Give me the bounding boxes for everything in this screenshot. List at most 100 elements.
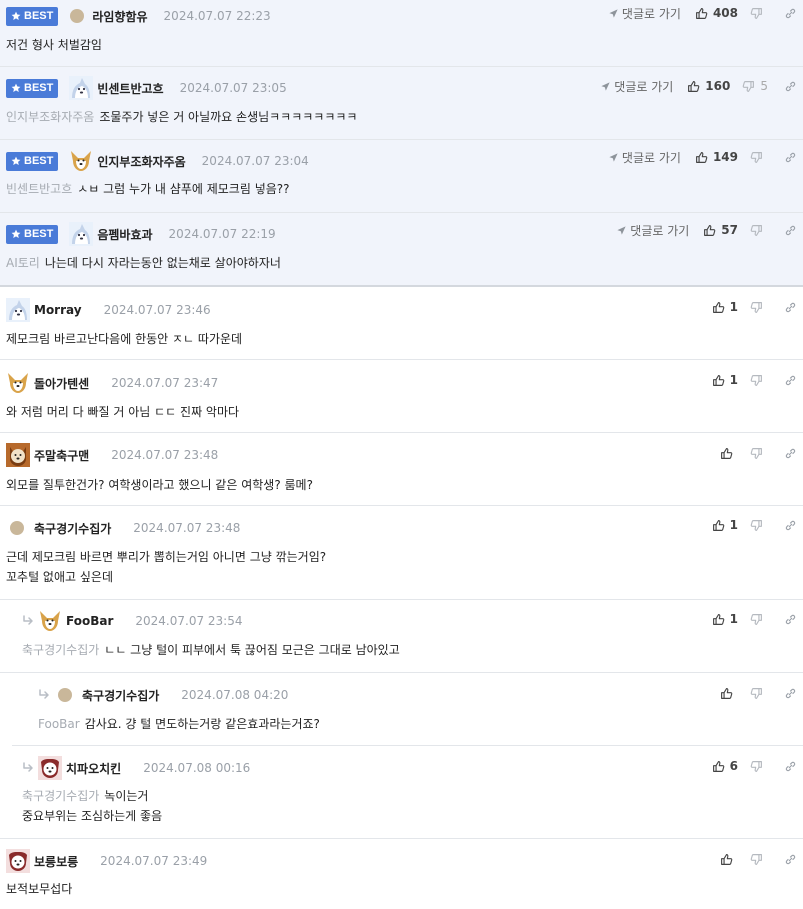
author-name[interactable]: 주말축구맨 — [34, 447, 89, 464]
go-to-reply-link[interactable]: 댓글로 가기 — [616, 222, 689, 239]
copy-link-button[interactable] — [784, 687, 797, 700]
author-name[interactable]: 보릉보릉 — [34, 853, 78, 870]
dog-white-icon — [69, 76, 93, 100]
dislike-button[interactable] — [750, 374, 768, 387]
reply-mention[interactable]: 인지부조화자주옴 — [6, 110, 94, 124]
author-name[interactable]: 빈센트반고흐 — [97, 80, 163, 97]
comment-date: 2024.07.07 23:54 — [135, 614, 243, 628]
dog-yellow-icon — [6, 371, 30, 395]
go-to-reply-link[interactable]: 댓글로 가기 — [608, 149, 681, 166]
thumbs-down-icon — [750, 519, 763, 532]
best-comment: BEST 음펨바효과 2024.07.07 22:19 댓글로 가기 57 AI… — [0, 213, 803, 287]
reply-arrow-icon — [22, 615, 36, 627]
thumbs-up-icon — [695, 151, 708, 164]
thumbs-down-icon — [750, 760, 763, 773]
best-badge: BEST — [6, 151, 59, 171]
copy-link-button[interactable] — [784, 447, 797, 460]
dislike-button[interactable] — [750, 301, 768, 314]
copy-link-button[interactable] — [784, 224, 797, 237]
like-button[interactable] — [720, 687, 738, 700]
best-badge: BEST — [6, 224, 59, 244]
thumbs-down-icon — [742, 80, 755, 93]
dislike-button[interactable] — [750, 519, 768, 532]
like-button[interactable]: 57 — [703, 223, 738, 237]
author-name[interactable]: 돌아가텐센 — [34, 375, 89, 392]
comment-date: 2024.07.07 23:48 — [111, 448, 219, 462]
reply-mention[interactable]: FooBar — [38, 717, 80, 731]
link-icon — [784, 853, 797, 866]
comment-text: FooBar 감사요. 걍 털 면도하는거랑 같은효과라는거죠? — [38, 717, 320, 731]
comment-list: BEST 라임향함유 2024.07.07 22:23 댓글로 가기 408 저… — [0, 0, 803, 909]
dislike-button[interactable] — [750, 447, 768, 460]
thumbs-down-icon — [750, 224, 763, 237]
go-to-reply-link[interactable]: 댓글로 가기 — [600, 78, 673, 95]
dislike-button[interactable] — [750, 613, 768, 626]
copy-link-button[interactable] — [784, 301, 797, 314]
like-button[interactable]: 1 — [712, 518, 738, 532]
thumbs-down-icon — [750, 853, 763, 866]
thumbs-down-icon — [750, 687, 763, 700]
author-name[interactable]: 치파오치킨 — [66, 760, 121, 777]
like-button[interactable] — [720, 853, 738, 866]
author-name[interactable]: 음펨바효과 — [97, 226, 152, 243]
go-to-reply-link[interactable]: 댓글로 가기 — [608, 5, 681, 22]
comment-date: 2024.07.07 23:48 — [133, 521, 241, 535]
star-icon — [11, 83, 21, 93]
best-comment: BEST 인지부조화자주옴 2024.07.07 23:04 댓글로 가기 14… — [0, 140, 803, 213]
copy-link-button[interactable] — [784, 80, 797, 93]
copy-link-button[interactable] — [784, 151, 797, 164]
like-button[interactable] — [720, 447, 738, 460]
copy-link-button[interactable] — [784, 519, 797, 532]
dislike-button[interactable]: 5 — [742, 79, 768, 93]
plane-icon — [608, 152, 619, 163]
copy-link-button[interactable] — [784, 613, 797, 626]
like-button[interactable]: 1 — [712, 300, 738, 314]
copy-link-button[interactable] — [784, 853, 797, 866]
comment-text: 축구경기수집가 ㄴㄴ 그냥 털이 피부에서 툭 끊어짐 모근은 그대로 남아있고 — [22, 643, 400, 657]
dislike-button[interactable] — [750, 151, 768, 164]
plane-icon — [616, 225, 627, 236]
dislike-button[interactable] — [750, 7, 768, 20]
like-button[interactable]: 160 — [687, 79, 730, 93]
author-name[interactable]: FooBar — [66, 614, 113, 628]
comment: 축구경기수집가 2024.07.07 23:48 1 근데 제모크림 바르면 뿌… — [0, 506, 803, 600]
thumbs-down-icon — [750, 613, 763, 626]
copy-link-button[interactable] — [784, 374, 797, 387]
author-name[interactable]: 축구경기수집가 — [34, 520, 111, 537]
like-button[interactable]: 1 — [712, 612, 738, 626]
author-name[interactable]: 축구경기수집가 — [82, 687, 159, 704]
author-name[interactable]: 라임향함유 — [92, 8, 147, 25]
like-button[interactable]: 6 — [712, 759, 738, 773]
like-button[interactable]: 149 — [695, 150, 738, 164]
comment-date: 2024.07.07 23:47 — [111, 376, 219, 390]
copy-link-button[interactable] — [784, 760, 797, 773]
dislike-button[interactable] — [750, 853, 768, 866]
dislike-button[interactable] — [750, 760, 768, 773]
thumbs-down-icon — [750, 374, 763, 387]
dog-white-icon — [69, 222, 93, 246]
thumbs-up-icon — [712, 301, 725, 314]
comment-date: 2024.07.07 22:19 — [168, 227, 276, 241]
author-name[interactable]: Morray — [34, 303, 82, 317]
best-comment: BEST 빈센트반고흐 2024.07.07 23:05 댓글로 가기 160 … — [0, 67, 803, 140]
thumbs-up-icon — [695, 7, 708, 20]
comment-date: 2024.07.07 22:23 — [163, 9, 271, 23]
comment-text: 빈센트반고흐 ㅅㅂ 그럼 누가 내 샴푸에 제모크림 넣음?? — [6, 182, 290, 196]
dislike-button[interactable] — [750, 224, 768, 237]
reply-mention[interactable]: 축구경기수집가 — [22, 643, 99, 657]
thumbs-up-icon — [712, 760, 725, 773]
reply-mention[interactable]: 빈센트반고흐 — [6, 182, 72, 196]
copy-link-button[interactable] — [784, 7, 797, 20]
reply-mention[interactable]: 축구경기수집가 — [22, 789, 99, 803]
reply-mention[interactable]: AI토리 — [6, 256, 40, 270]
like-button[interactable]: 408 — [695, 6, 738, 20]
like-button[interactable]: 1 — [712, 373, 738, 387]
star-icon — [11, 156, 21, 166]
thumbs-up-icon — [712, 613, 725, 626]
best-comment: BEST 라임향함유 2024.07.07 22:23 댓글로 가기 408 저… — [0, 0, 803, 67]
dog-brown-icon — [6, 443, 30, 467]
comment-text: 인지부조화자주옴 조물주가 넣은 거 아닐까요 손생님ㅋㅋㅋㅋㅋㅋㅋㅋ — [6, 110, 358, 124]
comment: Morray 2024.07.07 23:46 1 제모크림 바르고난다음에 한… — [0, 287, 803, 360]
dislike-button[interactable] — [750, 687, 768, 700]
author-name[interactable]: 인지부조화자주옴 — [97, 153, 185, 170]
